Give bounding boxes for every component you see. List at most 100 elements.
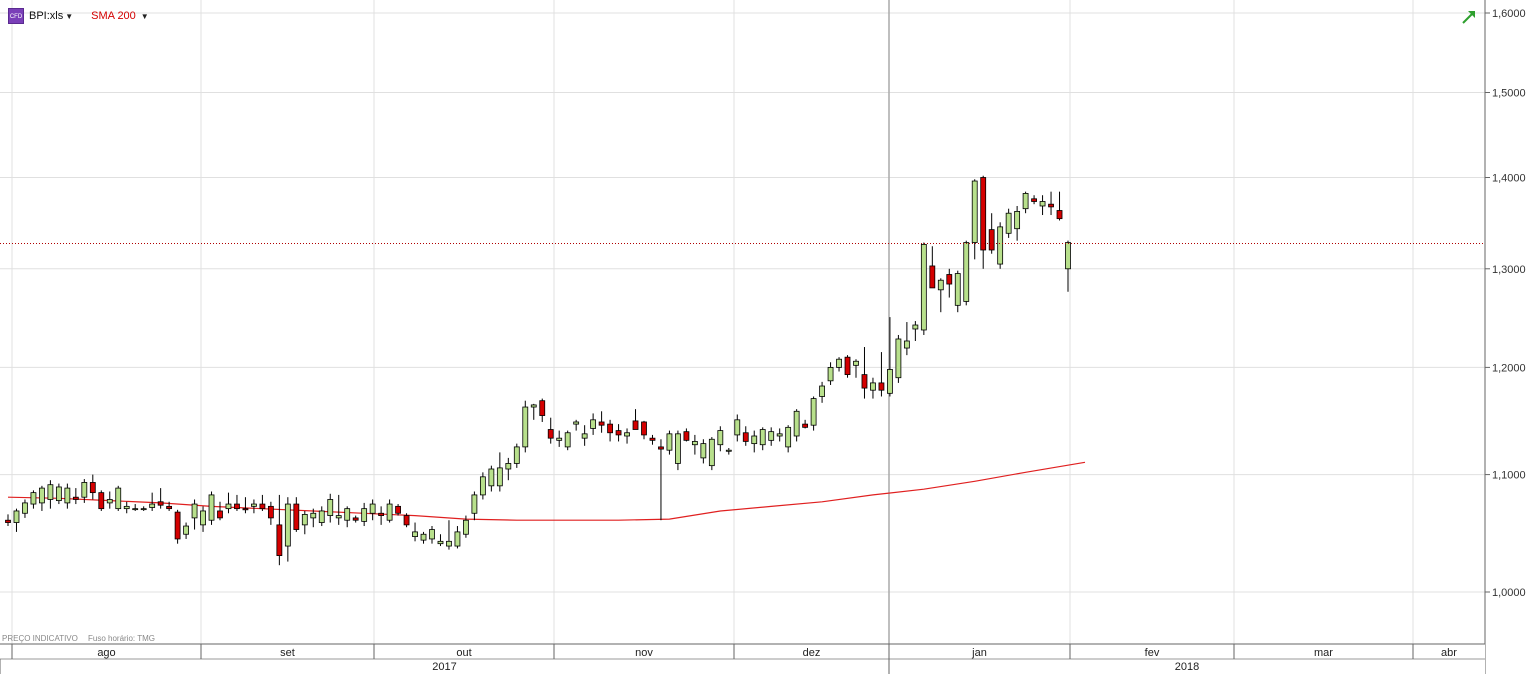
candle-body-up bbox=[463, 519, 469, 535]
candle-body-up bbox=[225, 503, 232, 510]
candle-body-up bbox=[251, 503, 257, 507]
candle-body-up bbox=[624, 432, 630, 437]
candle-body-up bbox=[819, 385, 825, 397]
candle bbox=[997, 222, 1004, 269]
candle-body-up bbox=[386, 503, 393, 521]
candle bbox=[920, 242, 927, 335]
candle-body-up bbox=[471, 494, 478, 514]
candle-body-up bbox=[446, 540, 452, 547]
month-label: nov bbox=[635, 647, 653, 659]
candle-body-down bbox=[878, 382, 885, 391]
chevron-down-icon[interactable]: ▼ bbox=[65, 12, 73, 21]
candle-body-up bbox=[149, 503, 156, 508]
candle-body-up bbox=[708, 438, 715, 467]
y-tick-label: 1,2000 bbox=[1492, 362, 1526, 374]
candle-body-up bbox=[479, 476, 486, 496]
candle bbox=[174, 509, 181, 544]
candle-body-up bbox=[191, 503, 198, 519]
candle-body-up bbox=[937, 279, 944, 291]
candle-body-up bbox=[725, 449, 732, 452]
candle-body-down bbox=[607, 423, 613, 434]
candle-body-down bbox=[234, 503, 240, 510]
candle-body-down bbox=[242, 508, 249, 511]
candle-body-up bbox=[522, 406, 529, 448]
candle-body-up bbox=[284, 503, 291, 547]
candle-body-up bbox=[22, 502, 28, 514]
candle-body-up bbox=[870, 382, 876, 391]
year-label: 2018 bbox=[1175, 661, 1199, 673]
candle-body-up bbox=[47, 484, 54, 500]
candle-body-down bbox=[649, 437, 656, 441]
candle-body-down bbox=[861, 374, 868, 389]
candle-body-down bbox=[980, 177, 987, 251]
expand-icon[interactable] bbox=[1461, 9, 1477, 25]
candle-body-up bbox=[132, 508, 139, 511]
candle-body-up bbox=[691, 441, 698, 446]
candle-body-up bbox=[675, 433, 681, 464]
candle-body-up bbox=[997, 226, 1004, 265]
candle-body-up bbox=[55, 486, 62, 502]
candle bbox=[810, 396, 817, 431]
candle-body-down bbox=[683, 431, 690, 441]
month-label: abr bbox=[1441, 647, 1457, 659]
indicator-dropdown[interactable]: SMA 200 ▼ bbox=[79, 10, 149, 22]
candle-body-down bbox=[174, 511, 181, 540]
candle-body-down bbox=[1031, 198, 1037, 202]
candle-body-down bbox=[844, 356, 851, 376]
candle-body-up bbox=[496, 467, 503, 487]
price-chart[interactable]: 1,0000 1,1000 1,2000 1,3000 1,4000 1,5000 1,60… bbox=[0, 0, 1533, 674]
candle-body-up bbox=[920, 243, 927, 331]
candle-body-up bbox=[183, 525, 189, 535]
candle bbox=[98, 490, 105, 511]
candle bbox=[963, 240, 970, 306]
candle-body-up bbox=[115, 487, 122, 510]
candle-body-up bbox=[1022, 193, 1029, 210]
symbol-dropdown[interactable]: CFD BPI:xls ▼ bbox=[8, 8, 73, 24]
month-label: mar bbox=[1314, 647, 1333, 659]
candle-body-down bbox=[946, 274, 953, 285]
month-label: ago bbox=[97, 647, 115, 659]
candle-body-down bbox=[802, 423, 809, 428]
chevron-down-icon[interactable]: ▼ bbox=[141, 12, 149, 21]
candle-body-up bbox=[513, 446, 520, 464]
candle-body-up bbox=[429, 529, 435, 540]
candle-body-up bbox=[123, 505, 130, 510]
candle-body-up bbox=[412, 531, 418, 537]
year-label: 2017 bbox=[432, 661, 456, 673]
y-tick-label: 1,6000 bbox=[1492, 8, 1526, 20]
y-axis: 1,0000 1,1000 1,2000 1,3000 1,4000 1,5000 1,60… bbox=[1485, 8, 1526, 599]
chart-toolbar: CFD BPI:xls ▼ SMA 200 ▼ bbox=[8, 8, 149, 24]
y-tick-label: 1,4000 bbox=[1492, 172, 1526, 184]
candle-body-up bbox=[310, 512, 317, 519]
candle-body-down bbox=[632, 420, 639, 430]
timezone-note: Fuso horário: TMG bbox=[88, 634, 155, 643]
candle-body-up bbox=[106, 499, 113, 504]
candle-body-up bbox=[369, 503, 376, 514]
candle-body-up bbox=[590, 419, 597, 429]
candle-body-up bbox=[827, 366, 834, 382]
candle-body-down bbox=[615, 430, 622, 436]
candle-body-up bbox=[39, 487, 45, 504]
candle-body-up bbox=[13, 510, 20, 523]
candle bbox=[403, 513, 410, 528]
candle-body-up bbox=[301, 514, 308, 526]
candle bbox=[55, 483, 62, 505]
candle-body-down bbox=[1056, 210, 1063, 220]
candle bbox=[844, 355, 851, 378]
candle-body-up bbox=[810, 398, 817, 426]
candle-body-up bbox=[785, 426, 792, 448]
candle-body-down bbox=[641, 421, 647, 436]
candle-body-down bbox=[72, 496, 79, 500]
y-tick-label: 1,3000 bbox=[1492, 264, 1526, 276]
candle-body-up bbox=[971, 180, 978, 243]
candle-body-up bbox=[488, 468, 495, 487]
candle-body-up bbox=[530, 404, 537, 408]
candle-body-down bbox=[276, 524, 283, 556]
candle-body-up bbox=[64, 487, 71, 504]
candle-body-up bbox=[327, 499, 334, 516]
candle-body-up bbox=[81, 482, 88, 498]
candle-body-up bbox=[717, 430, 724, 446]
candle-body-down bbox=[658, 446, 664, 450]
candle-body-down bbox=[988, 229, 995, 251]
candle-body-up bbox=[963, 242, 970, 302]
